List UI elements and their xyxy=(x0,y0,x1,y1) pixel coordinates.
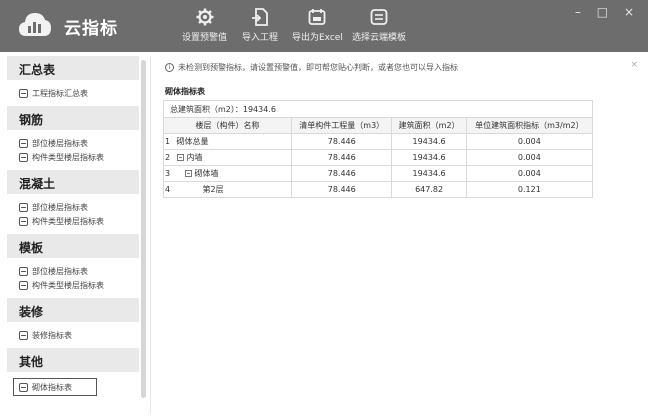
row-number: 1 xyxy=(163,133,174,150)
row-quantity: 78.446 xyxy=(290,165,393,182)
section-other: 其他 xyxy=(7,348,139,372)
title-bar: 云指标 设置预警值 导入工程 导出为Excel 选择云端模板 – □ × xyxy=(0,0,648,52)
column-header: 清单构件工程量（m3） xyxy=(290,117,393,134)
minimize-button[interactable]: – xyxy=(575,5,587,19)
maximize-button[interactable]: □ xyxy=(597,5,614,19)
row-index: 0.121 xyxy=(465,181,594,198)
column-header: 单位建筑面积指标（m3/m2） xyxy=(465,117,594,134)
sidebar-item-formwork-floor[interactable]: 部位楼层指标表 xyxy=(7,264,139,278)
sidebar-item-label: 构件类型楼层指标表 xyxy=(32,152,104,162)
sidebar-item-formwork-type[interactable]: 构件类型楼层指标表 xyxy=(7,278,139,292)
sidebar-item-label: 部位楼层指标表 xyxy=(32,266,88,276)
row-number: 4 xyxy=(163,181,174,198)
table-icon xyxy=(19,216,28,226)
close-button[interactable]: × xyxy=(624,5,640,19)
sidebar-item-rebar-floor[interactable]: 部位楼层指标表 xyxy=(7,136,139,150)
sidebar-item-concrete-type[interactable]: 构件类型楼层指标表 xyxy=(7,214,139,228)
sidebar-item-rebar-type[interactable]: 构件类型楼层指标表 xyxy=(7,150,139,164)
total-area-row: 总建筑面积（m2）：19434.6 xyxy=(163,100,593,118)
cloud-chart-logo-icon xyxy=(19,13,51,36)
row-name: 第2层 xyxy=(173,181,292,198)
row-number: 3 xyxy=(163,165,174,182)
row-index: 0.004 xyxy=(465,165,594,182)
import-icon xyxy=(252,8,268,26)
table-row[interactable]: 2 内墙 78.446 19434.6 0.004 xyxy=(163,149,594,166)
section-rebar: 钢筋 xyxy=(7,106,139,130)
total-area-text: 总建筑面积（m2）：19434.6 xyxy=(163,100,593,118)
sidebar: 汇总表 工程指标汇总表 钢筋 部位楼层指标表 构件类型楼层指标表 混凝土 部位楼… xyxy=(7,56,139,412)
table-icon xyxy=(19,202,28,212)
row-index: 0.004 xyxy=(465,133,594,150)
sidebar-item-label: 构件类型楼层指标表 xyxy=(32,280,104,290)
import-project-button[interactable]: 导入工程 xyxy=(242,8,278,43)
set-warning-button[interactable]: 设置预警值 xyxy=(182,8,227,43)
section-formwork: 模板 xyxy=(7,234,139,258)
cloud-template-icon xyxy=(370,9,388,25)
app-title: 云指标 xyxy=(64,19,118,39)
row-name-text: 第2层 xyxy=(202,185,224,194)
row-quantity: 78.446 xyxy=(290,149,393,166)
row-name: 砌体墙 xyxy=(173,165,292,182)
window-controls: – □ × xyxy=(575,5,640,19)
row-name: 内墙 xyxy=(173,149,292,166)
row-area: 647.82 xyxy=(391,181,467,198)
section-decoration: 装修 xyxy=(7,298,139,322)
sidebar-item-concrete-floor[interactable]: 部位楼层指标表 xyxy=(7,200,139,214)
table-icon xyxy=(19,382,28,392)
collapse-icon[interactable] xyxy=(176,154,184,161)
row-quantity: 78.446 xyxy=(290,181,393,198)
sidebar-item-label: 部位楼层指标表 xyxy=(32,202,88,212)
sidebar-item-label: 构件类型楼层指标表 xyxy=(32,216,104,226)
row-number: 2 xyxy=(163,149,174,166)
table-header-row: 楼层（构件）名称 清单构件工程量（m3） 建筑面积（m2） 单位建筑面积指标（m… xyxy=(163,117,594,134)
sidebar-item-label: 装修指标表 xyxy=(32,330,72,340)
masonry-index-table: 总建筑面积（m2）：19434.6 楼层（构件）名称 清单构件工程量（m3） 建… xyxy=(163,100,594,198)
sidebar-item-label: 工程指标汇总表 xyxy=(32,88,88,98)
table-icon xyxy=(19,152,28,162)
table-icon xyxy=(19,266,28,276)
table-row[interactable]: 3 砌体墙 78.446 19434.6 0.004 xyxy=(163,165,594,182)
column-header: 楼层（构件）名称 xyxy=(163,117,292,134)
section-summary: 汇总表 xyxy=(7,56,139,80)
collapse-icon[interactable] xyxy=(184,170,192,177)
row-area: 19434.6 xyxy=(391,149,467,166)
warning-notice: i 未检测到预警指标，请设置预警值，即可帮您贴心判断，或者您也可以导入指标 xyxy=(165,62,458,73)
row-name-text: 内墙 xyxy=(186,153,203,162)
export-excel-icon xyxy=(309,9,326,25)
notice-text: 未检测到预警指标，请设置预警值，即可帮您贴心判断，或者您也可以导入指标 xyxy=(178,63,458,72)
sidebar-item-label: 部位楼层指标表 xyxy=(32,138,88,148)
gear-icon xyxy=(196,8,213,26)
table-row[interactable]: 4 第2层 78.446 647.82 0.121 xyxy=(163,181,594,198)
table-icon xyxy=(19,138,28,148)
import-project-label: 导入工程 xyxy=(242,33,279,43)
row-area: 19434.6 xyxy=(391,165,467,182)
table-title: 砌体指标表 xyxy=(165,87,205,96)
section-concrete: 混凝土 xyxy=(7,170,139,194)
info-icon: i xyxy=(165,63,174,72)
cloud-template-label: 选择云端模板 xyxy=(352,33,407,43)
sidebar-item-decoration[interactable]: 装修指标表 xyxy=(7,328,139,342)
cloud-template-button[interactable]: 选择云端模板 xyxy=(352,8,406,43)
sidebar-scrollbar[interactable] xyxy=(141,60,146,398)
sidebar-item-label: 砌体指标表 xyxy=(32,382,72,392)
sidebar-item-masonry[interactable]: 砌体指标表 xyxy=(13,378,97,396)
table-icon xyxy=(19,88,28,98)
row-area: 19434.6 xyxy=(391,133,467,150)
notice-close-icon[interactable]: × xyxy=(630,60,638,70)
column-header: 建筑面积（m2） xyxy=(391,117,467,134)
table-icon xyxy=(19,280,28,290)
row-name-text: 砌体总量 xyxy=(176,137,209,146)
export-excel-label: 导出为Excel xyxy=(292,33,343,43)
row-name: 砌体总量 xyxy=(173,133,292,150)
export-excel-button[interactable]: 导出为Excel xyxy=(292,8,343,43)
main-content: i 未检测到预警指标，请设置预警值，即可帮您贴心判断，或者您也可以导入指标 × … xyxy=(150,56,646,414)
row-quantity: 78.446 xyxy=(290,133,393,150)
table-icon xyxy=(19,330,28,340)
row-index: 0.004 xyxy=(465,149,594,166)
sidebar-item-project-summary[interactable]: 工程指标汇总表 xyxy=(7,86,139,100)
set-warning-label: 设置预警值 xyxy=(182,33,228,43)
row-name-text: 砌体墙 xyxy=(194,169,219,178)
table-row[interactable]: 1 砌体总量 78.446 19434.6 0.004 xyxy=(163,133,594,150)
